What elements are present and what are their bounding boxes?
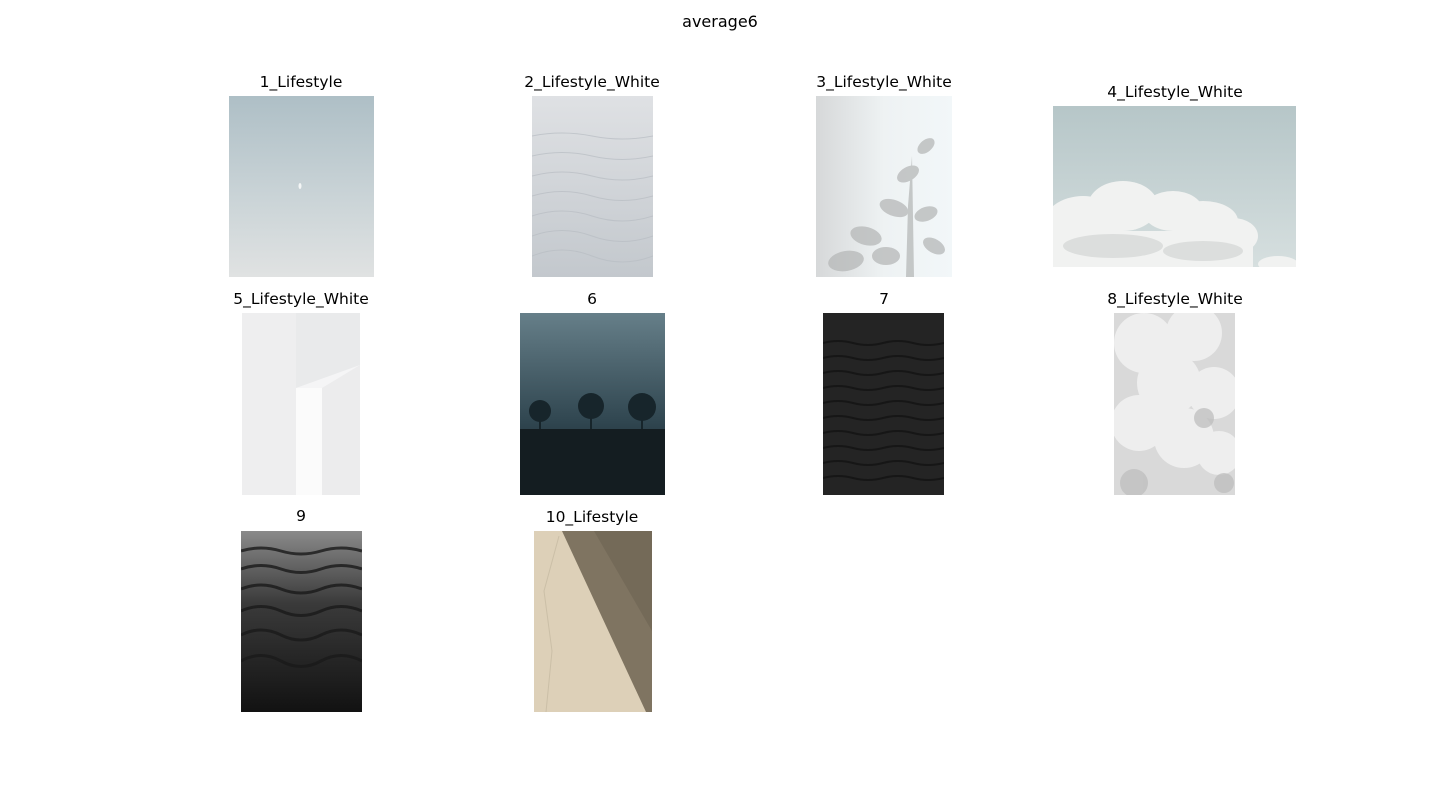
panel-title-6: 6 <box>587 290 597 308</box>
panel-title-5: 5_Lifestyle_White <box>233 290 369 308</box>
plant-shadow-on-wall-photo <box>816 96 952 277</box>
dark-sand-ripples-photo <box>823 313 944 495</box>
panel-title-8: 8_Lifestyle_White <box>1107 290 1243 308</box>
panel-title-3: 3_Lifestyle_White <box>816 73 952 91</box>
panel-title-1: 1_Lifestyle <box>259 73 343 91</box>
panel-title-4: 4_Lifestyle_White <box>1107 83 1243 101</box>
panel-title-2: 2_Lifestyle_White <box>524 73 660 91</box>
white-architecture-photo <box>242 313 360 495</box>
beige-wall-diagonal-shadow-photo <box>534 531 652 712</box>
panel-title-7: 7 <box>879 290 889 308</box>
panel-title-9: 9 <box>296 507 306 525</box>
panel-title-10: 10_Lifestyle <box>545 508 639 526</box>
white-smoke-photo <box>1114 313 1235 495</box>
clouds-in-sky-photo <box>1053 106 1296 267</box>
dark-sand-waves-photo <box>241 531 362 712</box>
white-sand-dunes-photo <box>532 96 653 277</box>
pale-sky-with-moon-photo <box>229 96 374 277</box>
figure-title: average6 <box>682 12 758 31</box>
three-trees-in-fog-photo <box>520 313 665 495</box>
